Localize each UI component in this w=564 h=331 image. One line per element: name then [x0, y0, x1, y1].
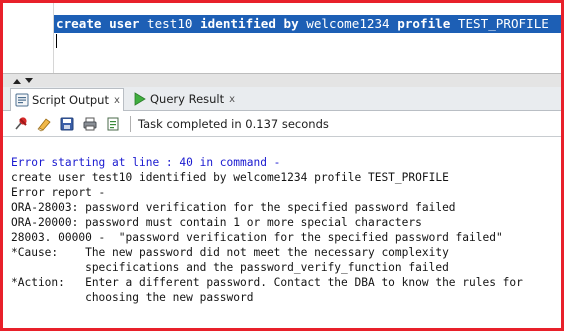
output-tab-bar: Script Output x Query Result x — [3, 87, 561, 111]
output-line: create user test10 identified by welcome… — [11, 171, 449, 184]
selected-sql-statement[interactable]: create user test10 identified by welcome… — [54, 15, 561, 33]
save-icon[interactable] — [57, 114, 77, 134]
output-line: *Cause: The new password did not meet th… — [11, 246, 449, 259]
script-output-icon — [15, 93, 29, 107]
output-line: *Action: Enter a different password. Con… — [11, 276, 523, 289]
run-arrow-icon — [133, 92, 147, 106]
toolbar-separator — [130, 115, 131, 132]
editor-gutter — [3, 3, 54, 73]
sql-keyword-profile: profile — [397, 16, 451, 31]
print-icon[interactable] — [80, 114, 100, 134]
eraser-icon[interactable] — [34, 114, 54, 134]
output-line: specifications and the password_verify_f… — [11, 261, 449, 274]
tab-script-output-label: Script Output — [32, 93, 109, 107]
output-line: choosing the new password — [11, 291, 254, 304]
sql-keyword-identified-by: identified by — [200, 16, 299, 31]
output-line: 28003. 00000 - "password verification fo… — [11, 231, 503, 244]
sql-username: test10 — [139, 16, 201, 31]
sql-keyword-create-user: create user — [56, 16, 140, 31]
output-line: Error starting at line : 40 in command - — [11, 156, 281, 169]
panel-splitter[interactable] — [3, 73, 561, 87]
tab-query-result[interactable]: Query Result x — [129, 88, 247, 110]
tab-query-result-label: Query Result — [150, 92, 225, 106]
close-icon[interactable]: x — [229, 94, 235, 105]
export-icon[interactable] — [103, 114, 123, 134]
output-line: ORA-28003: password verification for the… — [11, 201, 456, 214]
close-icon[interactable]: x — [114, 95, 120, 106]
output-line: Error report - — [11, 186, 106, 199]
script-output-panel[interactable]: Error starting at line : 40 in command -… — [3, 137, 561, 328]
collapse-down-icon[interactable] — [24, 77, 34, 85]
task-status: Task completed in 0.137 seconds — [138, 116, 329, 131]
collapse-up-icon[interactable] — [12, 77, 22, 85]
output-line: ORA-20000: password must contain 1 or mo… — [11, 216, 422, 229]
sql-profile-name: TEST_PROFILE — [450, 16, 549, 31]
pin-icon[interactable] — [11, 114, 31, 134]
tab-script-output[interactable]: Script Output x — [10, 88, 124, 111]
text-caret — [56, 34, 57, 48]
sql-editor[interactable]: create user test10 identified by welcome… — [3, 3, 561, 73]
sql-password: welcome1234 — [298, 16, 398, 31]
output-toolbar: Task completed in 0.137 seconds — [3, 111, 561, 137]
screenshot-frame: create user test10 identified by welcome… — [0, 0, 564, 331]
